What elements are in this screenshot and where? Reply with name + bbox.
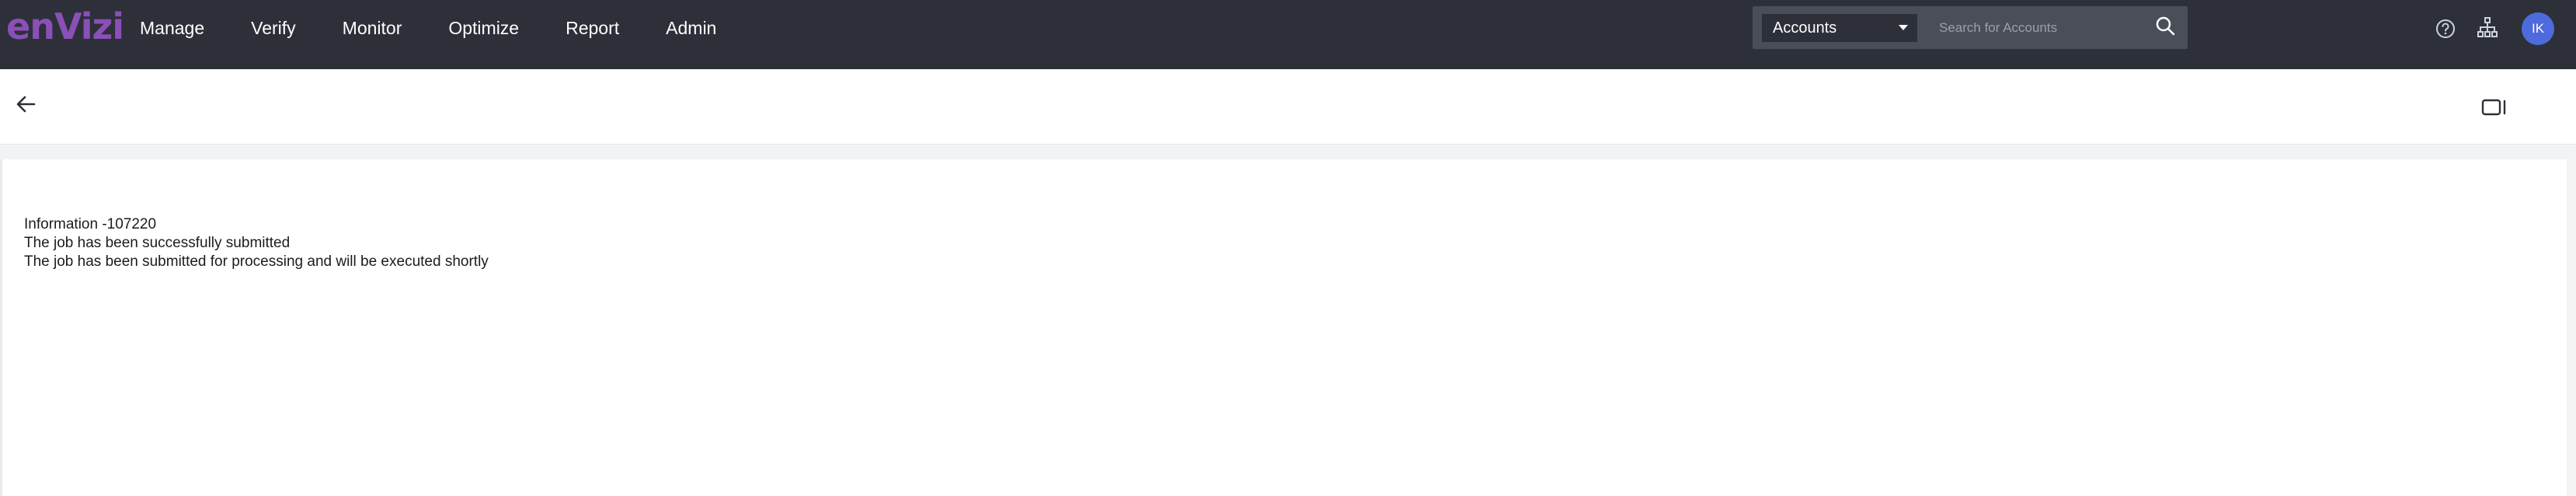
search-scope-value: Accounts bbox=[1773, 19, 1837, 37]
nav-item-monitor[interactable]: Monitor bbox=[319, 18, 426, 39]
help-icon[interactable] bbox=[2435, 18, 2456, 40]
caret-down-icon bbox=[1899, 25, 1908, 30]
hierarchy-icon[interactable] bbox=[2477, 16, 2498, 38]
search-input[interactable] bbox=[1931, 14, 2180, 42]
nav-item-manage[interactable]: Manage bbox=[140, 18, 228, 39]
envizi-logo[interactable]: enVizi bbox=[6, 9, 124, 44]
search-scope-select[interactable]: Accounts bbox=[1762, 14, 1917, 42]
job-message: Information -107220 The job has been suc… bbox=[24, 215, 489, 271]
back-arrow-icon[interactable] bbox=[14, 93, 37, 116]
nav-item-verify[interactable]: Verify bbox=[228, 18, 319, 39]
nav-item-admin[interactable]: Admin bbox=[642, 18, 740, 39]
message-line-1: The job has been successfully submitted bbox=[24, 235, 291, 251]
nav-item-report[interactable]: Report bbox=[542, 18, 642, 39]
user-avatar[interactable]: IK bbox=[2522, 12, 2554, 45]
nav-item-optimize[interactable]: Optimize bbox=[425, 18, 542, 39]
message-title: Information -107220 bbox=[24, 216, 157, 232]
page-subheader bbox=[0, 69, 2576, 145]
message-panel: Information -107220 The job has been suc… bbox=[0, 159, 2567, 496]
main-nav: Manage Verify Monitor Optimize Report Ad… bbox=[140, 0, 740, 56]
message-line-2: The job has been submitted for processin… bbox=[24, 253, 489, 270]
top-navigation-bar: enVizi Manage Verify Monitor Optimize Re… bbox=[0, 0, 2576, 69]
search-icon[interactable] bbox=[2155, 16, 2175, 36]
search-group: Accounts bbox=[1753, 6, 2188, 49]
panel-toggle-icon[interactable] bbox=[2481, 97, 2508, 117]
